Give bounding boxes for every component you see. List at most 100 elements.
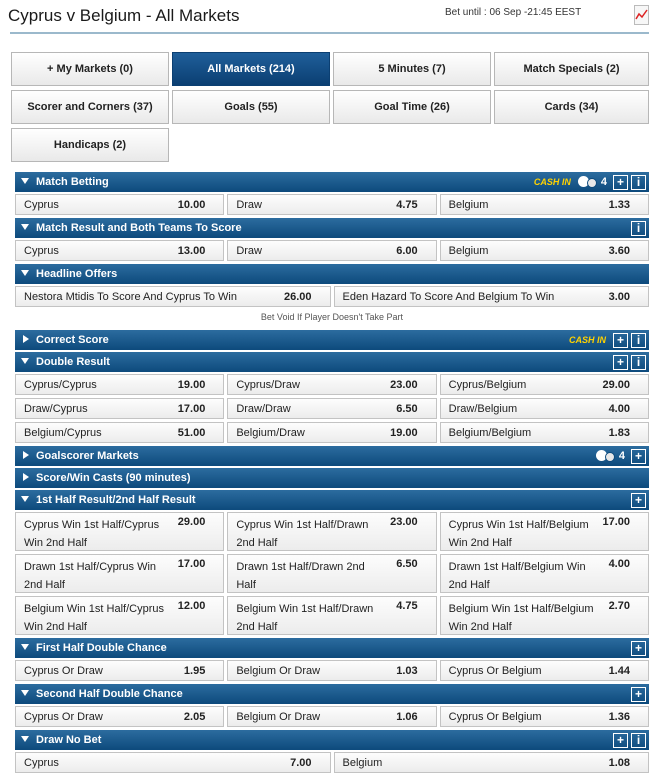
odds-value: 23.00 — [390, 516, 418, 528]
caret-down-icon — [21, 224, 29, 230]
market-header-result-btts[interactable]: Match Result and Both Teams To Score i — [15, 218, 649, 238]
selection-cell[interactable]: Cyprus/Cyprus 19.00 — [15, 374, 225, 395]
filter-cards[interactable]: Cards (34) — [494, 90, 649, 124]
caret-down-icon — [21, 178, 29, 184]
selection-draw[interactable]: Draw 6.00 — [227, 240, 437, 261]
market-header-goalscorer[interactable]: Goalscorer Markets 4 + — [15, 446, 649, 466]
add-market-icon[interactable]: + — [613, 332, 628, 348]
selection-cell[interactable]: Draw/Cyprus 17.00 — [15, 398, 225, 419]
selection-cell[interactable]: Cyprus Or Draw 2.05 — [15, 706, 225, 727]
inplay-balls-icon — [595, 449, 616, 463]
selection-belgium[interactable]: Belgium 1.08 — [333, 752, 649, 773]
market-header-match-betting[interactable]: Match Betting CASH IN 4 + i — [15, 172, 649, 192]
market-header-double-result[interactable]: Double Result + i — [15, 352, 649, 372]
market-title: Double Result — [36, 356, 110, 368]
selection-label: Draw/Belgium — [448, 403, 518, 415]
selection-cell[interactable]: Cyprus Or Belgium 1.44 — [439, 660, 649, 681]
add-market-icon[interactable]: + — [631, 448, 646, 464]
odds-value: 12.00 — [177, 600, 206, 612]
selection-label: Cyprus Or Belgium — [448, 711, 542, 723]
inplay-count: 4 — [618, 450, 625, 462]
selection-cell[interactable]: Draw/Belgium 4.00 — [439, 398, 649, 419]
selection-cell[interactable]: Draw/Draw 6.50 — [227, 398, 437, 419]
selection-cell[interactable]: Belgium Or Draw 1.03 — [227, 660, 437, 681]
selection-cell[interactable]: Belgium/Belgium 1.83 — [439, 422, 649, 443]
selection-cell[interactable]: Drawn 1st Half/Drawn 2nd Half 6.50 — [227, 554, 437, 593]
selection-cell[interactable]: Cyprus Or Belgium 1.36 — [439, 706, 649, 727]
selection-cell[interactable]: Cyprus Win 1st Half/Cyprus Win 2nd Half 2… — [15, 512, 225, 551]
selection-cell[interactable]: Belgium Or Draw 1.06 — [227, 706, 437, 727]
market-title: Goalscorer Markets — [36, 450, 139, 462]
odds-value: 19.00 — [177, 379, 206, 391]
market-header-half-result[interactable]: 1st Half Result/2nd Half Result + — [15, 490, 649, 510]
filter-5-minutes[interactable]: 5 Minutes (7) — [333, 52, 491, 86]
add-market-icon[interactable]: + — [613, 354, 628, 370]
market-header-score-win-casts[interactable]: Score/Win Casts (90 minutes) — [15, 468, 649, 488]
info-icon[interactable]: i — [631, 332, 646, 348]
filter-my-markets[interactable]: + My Markets (0) — [11, 52, 169, 86]
odds-value: 17.00 — [177, 558, 206, 570]
selection-belgium[interactable]: Belgium 1.33 — [439, 194, 649, 215]
market-header-headline-offers[interactable]: Headline Offers — [15, 264, 649, 284]
selection-cell[interactable]: Belgium Win 1st Half/Belgium Win 2nd Hal… — [439, 596, 649, 635]
filter-goal-time[interactable]: Goal Time (26) — [333, 90, 491, 124]
selection-cell[interactable]: Cyprus/Draw 23.00 — [227, 374, 437, 395]
info-icon[interactable]: i — [631, 174, 646, 190]
selection-cell[interactable]: Cyprus Or Draw 1.95 — [15, 660, 225, 681]
selection-cell[interactable]: Belgium/Cyprus 51.00 — [15, 422, 225, 443]
selection-cell[interactable]: Drawn 1st Half/Belgium Win 2nd Half 4.00 — [439, 554, 649, 593]
selection-cell[interactable]: Cyprus/Belgium 29.00 — [439, 374, 649, 395]
market-header-first-half-dc[interactable]: First Half Double Chance + — [15, 638, 649, 658]
odds-value: 6.50 — [396, 403, 418, 415]
cash-in-badge: CASH IN — [533, 177, 571, 187]
selection-label: Cyprus Win 1st Half/Belgium Win 2nd Half — [448, 519, 589, 549]
selection-label: Belgium/Cyprus — [24, 427, 102, 439]
market-header-draw-no-bet[interactable]: Draw No Bet + i — [15, 730, 649, 750]
add-market-icon[interactable]: + — [613, 174, 628, 190]
market-header-second-half-dc[interactable]: Second Half Double Chance + — [15, 684, 649, 704]
add-market-icon[interactable]: + — [631, 492, 646, 508]
odds-value: 1.36 — [608, 711, 630, 723]
selection-label: Belgium Or Draw — [236, 665, 321, 677]
selection-label: Belgium — [342, 757, 383, 769]
info-icon[interactable]: i — [631, 354, 646, 370]
market-title: 1st Half Result/2nd Half Result — [36, 494, 196, 506]
info-icon[interactable]: i — [631, 220, 646, 236]
filter-goals[interactable]: Goals (55) — [172, 90, 330, 124]
filter-scorer-corners[interactable]: Scorer and Corners (37) — [11, 90, 169, 124]
selection-mtidis-score-cyprus-win[interactable]: Nestora Mtidis To Score And Cyprus To Wi… — [15, 286, 331, 307]
add-market-icon[interactable]: + — [613, 732, 628, 748]
selection-cell[interactable]: Belgium Win 1st Half/Cyprus Win 2nd Half… — [15, 596, 225, 635]
selection-cell[interactable]: Drawn 1st Half/Cyprus Win 2nd Half 17.00 — [15, 554, 225, 593]
selection-cyprus[interactable]: Cyprus 10.00 — [15, 194, 225, 215]
selection-belgium[interactable]: Belgium 3.60 — [439, 240, 649, 261]
selection-cell[interactable]: Belgium/Draw 19.00 — [227, 422, 437, 443]
stats-chart-icon[interactable] — [634, 5, 649, 25]
cash-in-badge: CASH IN — [568, 335, 606, 345]
selection-label: Draw — [236, 199, 262, 211]
market-title: Match Betting — [36, 176, 109, 188]
selection-label: Drawn 1st Half/Drawn 2nd Half — [236, 561, 365, 591]
selection-draw[interactable]: Draw 4.75 — [227, 194, 437, 215]
add-market-icon[interactable]: + — [631, 686, 646, 702]
info-icon[interactable]: i — [631, 732, 646, 748]
filter-all-markets[interactable]: All Markets (214) — [172, 52, 330, 86]
odds-value: 29.00 — [177, 516, 206, 528]
odds-value: 17.00 — [602, 516, 630, 528]
selection-cell[interactable]: Belgium Win 1st Half/Drawn 2nd Half 4.75 — [227, 596, 437, 635]
market-header-correct-score[interactable]: Correct Score CASH IN + i — [15, 330, 649, 350]
filter-match-specials[interactable]: Match Specials (2) — [494, 52, 649, 86]
selection-cell[interactable]: Cyprus Win 1st Half/Belgium Win 2nd Half… — [439, 512, 649, 551]
odds-value: 2.05 — [183, 711, 206, 723]
market-title: Match Result and Both Teams To Score — [36, 222, 242, 234]
caret-down-icon — [21, 644, 29, 650]
selection-cyprus[interactable]: Cyprus 7.00 — [15, 752, 331, 773]
bet-until-text: Bet until : 06 Sep -21:45 EEST — [445, 7, 582, 18]
add-market-icon[interactable]: + — [631, 640, 646, 656]
selection-cell[interactable]: Cyprus Win 1st Half/Drawn 2nd Half 23.00 — [227, 512, 437, 551]
caret-down-icon — [21, 496, 29, 502]
selection-hazard-score-belgium-win[interactable]: Eden Hazard To Score And Belgium To Win 3… — [333, 286, 649, 307]
filter-handicaps[interactable]: Handicaps (2) — [11, 128, 169, 162]
void-note: Bet Void If Player Doesn't Take Part — [260, 312, 404, 322]
selection-cyprus[interactable]: Cyprus 13.00 — [15, 240, 225, 261]
